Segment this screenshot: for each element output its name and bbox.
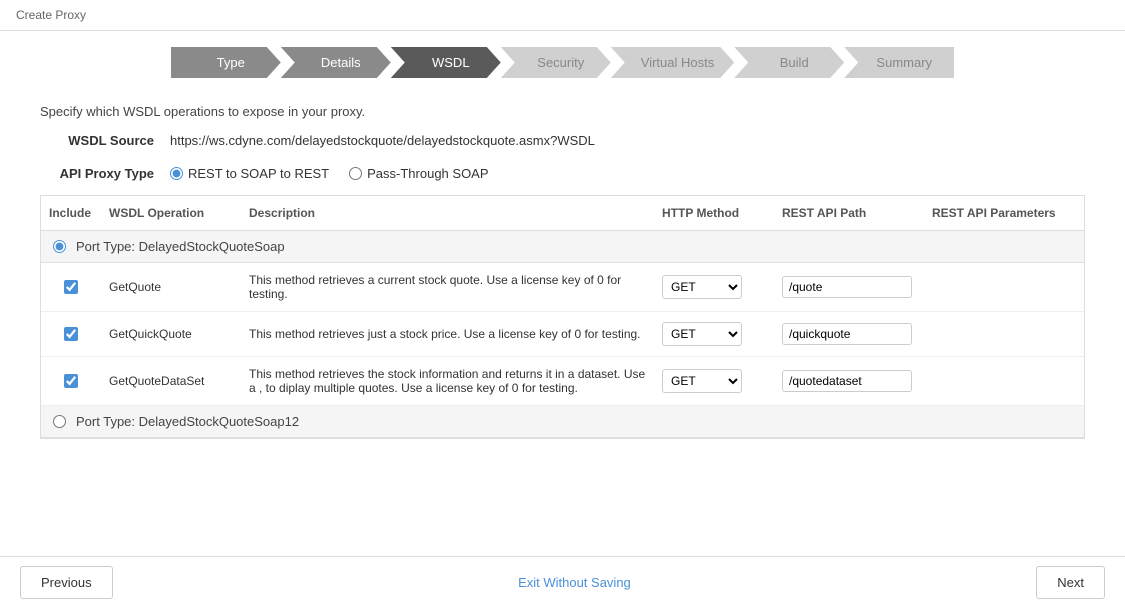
method-select-getquickquote[interactable]: GETPOSTPUTDELETE <box>662 322 742 346</box>
port-type-radio-2[interactable] <box>53 415 66 428</box>
check-getquote[interactable] <box>64 280 78 294</box>
col-rest-api-path: REST API Path <box>774 202 924 224</box>
check-getquickquote[interactable] <box>64 327 78 341</box>
footer: Previous Exit Without Saving Next <box>0 556 1125 608</box>
operation-row-getquotedataset: GetQuoteDataSet This method retrieves th… <box>41 357 1084 406</box>
op-desc-getquotedataset: This method retrieves the stock informat… <box>241 363 654 399</box>
port-type-label-1: Port Type: DelayedStockQuoteSoap <box>76 239 285 254</box>
col-include: Include <box>41 202 101 224</box>
app-title: Create Proxy <box>0 0 1125 31</box>
op-name-getquote: GetQuote <box>101 276 241 298</box>
step-summary[interactable]: Summary <box>844 47 954 78</box>
table-header: Include WSDL Operation Description HTTP … <box>41 196 1084 231</box>
op-name-getquickquote: GetQuickQuote <box>101 323 241 345</box>
port-type-label-2: Port Type: DelayedStockQuoteSoap12 <box>76 414 299 429</box>
col-http-method: HTTP Method <box>654 202 774 224</box>
api-proxy-type-label: API Proxy Type <box>40 162 170 181</box>
col-wsdl-operation: WSDL Operation <box>101 202 241 224</box>
operation-row-getquote: GetQuote This method retrieves a current… <box>41 263 1084 312</box>
col-description: Description <box>241 202 654 224</box>
radio-pass-through[interactable]: Pass-Through SOAP <box>349 166 488 181</box>
path-input-getquote[interactable] <box>782 276 912 298</box>
step-type[interactable]: Type <box>171 47 281 78</box>
step-virtual-hosts[interactable]: Virtual Hosts <box>611 47 734 78</box>
wizard-steps: Type Details WSDL Security Virtual Hosts… <box>0 31 1125 94</box>
params-getquotedataset <box>924 377 1084 385</box>
next-button[interactable]: Next <box>1036 566 1105 599</box>
method-select-getquotedataset[interactable]: GETPOSTPUTDELETE <box>662 369 742 393</box>
step-build[interactable]: Build <box>734 47 844 78</box>
op-desc-getquickquote: This method retrieves just a stock price… <box>241 323 654 345</box>
wsdl-source-value: https://ws.cdyne.com/delayedstockquote/d… <box>170 129 1085 148</box>
previous-button[interactable]: Previous <box>20 566 113 599</box>
check-getquotedataset[interactable] <box>64 374 78 388</box>
step-security[interactable]: Security <box>501 47 611 78</box>
port-type-row-1[interactable]: Port Type: DelayedStockQuoteSoap <box>41 231 1084 263</box>
path-input-getquotedataset[interactable] <box>782 370 912 392</box>
op-desc-getquote: This method retrieves a current stock qu… <box>241 269 654 305</box>
subtitle: Specify which WSDL operations to expose … <box>0 94 1125 129</box>
method-select-getquote[interactable]: GETPOSTPUTDELETE <box>662 275 742 299</box>
params-getquickquote <box>924 330 1084 338</box>
params-getquote <box>924 283 1084 291</box>
col-rest-api-params: REST API Parameters <box>924 202 1084 224</box>
exit-without-saving-link[interactable]: Exit Without Saving <box>518 575 631 590</box>
port-type-radio-1[interactable] <box>53 240 66 253</box>
operation-row-getquickquote: GetQuickQuote This method retrieves just… <box>41 312 1084 357</box>
path-input-getquickquote[interactable] <box>782 323 912 345</box>
wsdl-source-label: WSDL Source <box>40 129 170 148</box>
port-type-row-2[interactable]: Port Type: DelayedStockQuoteSoap12 <box>41 406 1084 438</box>
step-wsdl[interactable]: WSDL <box>391 47 501 78</box>
radio-rest-soap-rest[interactable]: REST to SOAP to REST <box>170 166 329 181</box>
proxy-type-options: REST to SOAP to REST Pass-Through SOAP <box>170 166 1085 181</box>
step-details[interactable]: Details <box>281 47 391 78</box>
op-name-getquotedataset: GetQuoteDataSet <box>101 370 241 392</box>
